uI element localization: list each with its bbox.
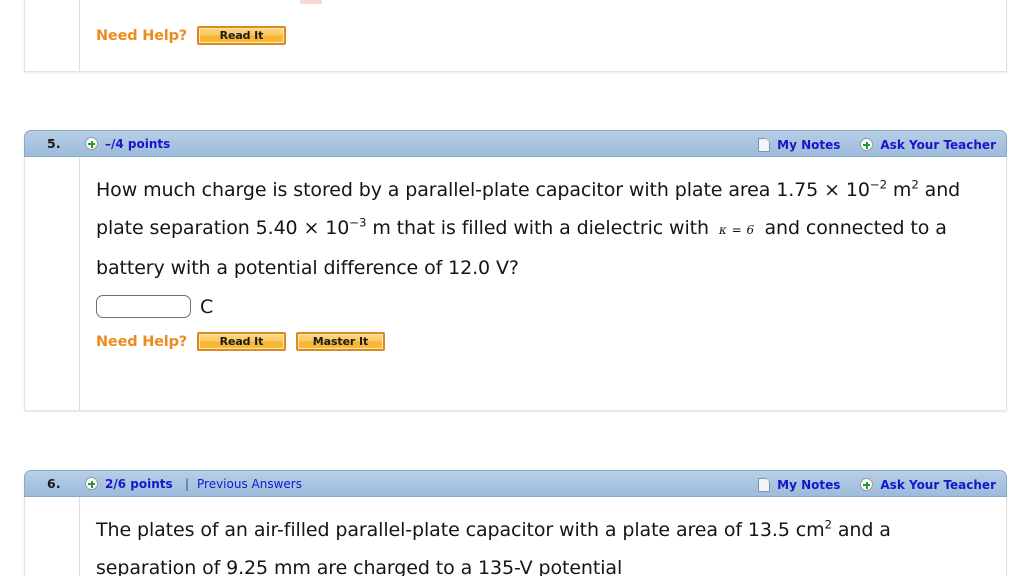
question-header-6: 6. 2/6 points | Previous Answers My Note… xyxy=(24,470,1007,497)
question-number-6: 6. xyxy=(47,476,61,491)
question-content-6: The plates of an air-filled parallel-pla… xyxy=(25,497,1006,576)
exponent-2-q6: 2 xyxy=(824,517,832,532)
exponent-2: 2 xyxy=(911,177,919,192)
points-label-5: –/4 points xyxy=(105,137,171,151)
question-content-5: How much charge is stored by a parallel-… xyxy=(25,157,1006,365)
read-it-button-5[interactable]: Read It xyxy=(196,332,286,351)
answer-row-5: C xyxy=(96,295,988,318)
header-actions-5: My Notes Ask Your Teacher xyxy=(758,131,996,158)
question-text-5: How much charge is stored by a parallel-… xyxy=(96,171,988,287)
read-it-button[interactable]: Read It xyxy=(196,26,286,45)
need-help-label-5: Need Help? xyxy=(96,333,187,350)
exponent-minus-2: −2 xyxy=(869,177,887,192)
header-actions-6: My Notes Ask Your Teacher xyxy=(758,471,996,498)
notes-page-icon[interactable] xyxy=(758,137,771,152)
need-help-row-partial: Need Help? Read It xyxy=(96,26,988,45)
question-text-part-1: How much charge is stored by a parallel-… xyxy=(96,179,870,201)
question-number-5: 5. xyxy=(47,136,61,151)
answer-unit-5: C xyxy=(200,295,214,318)
question-divider-6 xyxy=(79,497,80,576)
my-notes-link-6[interactable]: My Notes xyxy=(777,478,840,492)
question-divider-5 xyxy=(79,157,80,410)
need-help-row-5: Need Help? Read It Master It xyxy=(96,332,988,351)
kappa-value: κ = 6 xyxy=(718,223,755,237)
question-divider xyxy=(79,0,80,71)
notes-page-icon-6[interactable] xyxy=(758,477,771,492)
assignment-page: Need Help? Read It 5. –/4 points My Note… xyxy=(0,0,1024,576)
my-notes-link[interactable]: My Notes xyxy=(777,138,840,152)
expand-plus-icon-6[interactable] xyxy=(85,477,98,490)
expand-plus-icon[interactable] xyxy=(85,137,98,150)
ask-your-teacher-link[interactable]: Ask Your Teacher xyxy=(880,138,996,152)
points-separator: | xyxy=(185,477,190,491)
question-body-partial: Need Help? Read It xyxy=(24,0,1007,72)
question-block-6: 6. 2/6 points | Previous Answers My Note… xyxy=(24,470,1007,576)
exponent-minus-3: −3 xyxy=(349,215,367,230)
ask-teacher-plus-icon[interactable] xyxy=(860,138,874,151)
question-block-partial: Need Help? Read It xyxy=(24,0,1007,72)
ask-teacher-plus-icon-6[interactable] xyxy=(860,478,874,491)
need-help-label: Need Help? xyxy=(96,27,187,44)
scroll-artifact xyxy=(300,0,322,4)
points-label-6: 2/6 points xyxy=(105,477,173,491)
answer-input-5[interactable] xyxy=(96,295,191,318)
question-block-5: 5. –/4 points My Notes Ask Your Teacher … xyxy=(24,130,1007,411)
question-text-part-2: m xyxy=(886,179,912,201)
question-header-5: 5. –/4 points My Notes Ask Your Teacher xyxy=(24,130,1007,157)
question-text-6: The plates of an air-filled parallel-pla… xyxy=(96,511,988,576)
question-6-text-part-1: The plates of an air-filled parallel-pla… xyxy=(96,519,825,541)
question-text-part-4: m that is filled with a dielectric with xyxy=(366,217,715,239)
question-content-partial: Need Help? Read It xyxy=(25,0,1006,59)
ask-your-teacher-link-6[interactable]: Ask Your Teacher xyxy=(880,478,996,492)
previous-answers-link[interactable]: Previous Answers xyxy=(197,477,302,491)
master-it-button-5[interactable]: Master It xyxy=(295,332,385,351)
question-body-5: How much charge is stored by a parallel-… xyxy=(24,157,1007,411)
question-body-6: The plates of an air-filled parallel-pla… xyxy=(24,497,1007,576)
